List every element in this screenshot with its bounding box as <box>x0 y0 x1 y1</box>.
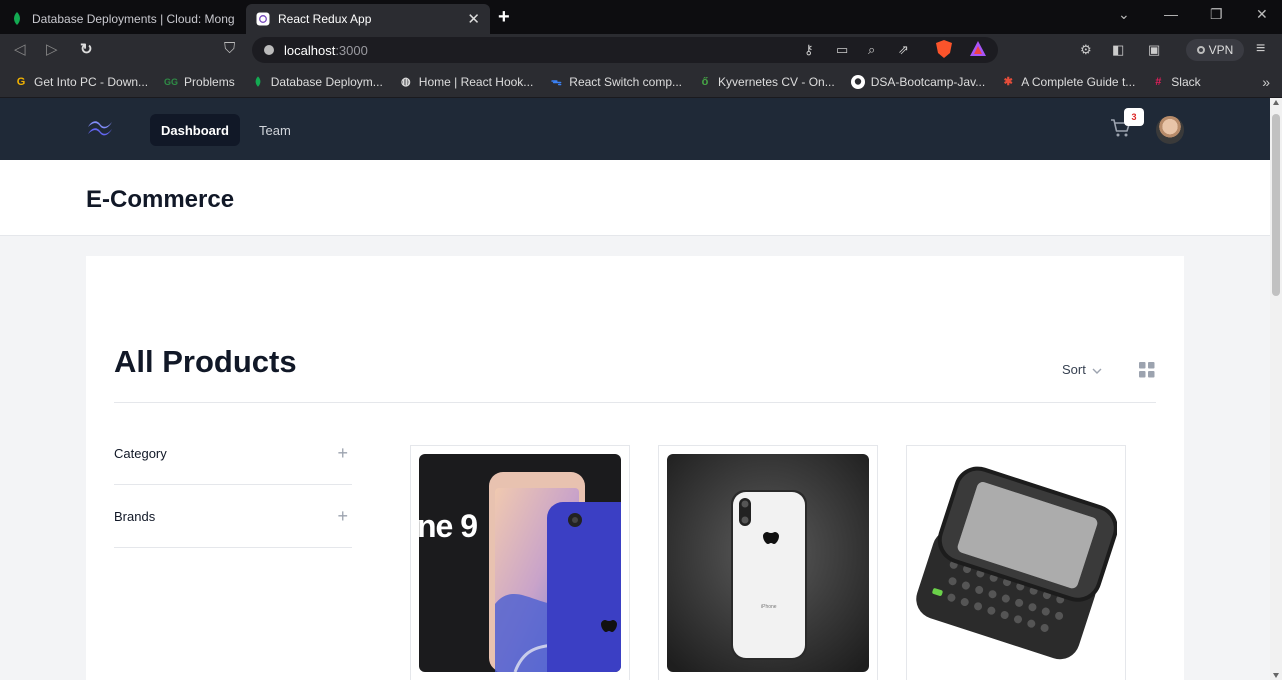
tab-title: React Redux App <box>278 12 372 26</box>
filter-category[interactable]: Category + <box>114 423 352 485</box>
bookmark-label: A Complete Guide t... <box>1021 74 1136 89</box>
back-icon[interactable]: ◁ <box>14 40 26 58</box>
new-tab-button[interactable]: + <box>498 6 510 29</box>
gfg-icon: GG <box>164 76 179 87</box>
bird-icon: ᯓ <box>550 76 562 88</box>
browser-tab-mongodb[interactable]: Database Deployments | Cloud: MongoDB <box>0 4 244 34</box>
product-card[interactable] <box>906 445 1126 680</box>
globe-icon: ◍ <box>400 76 411 88</box>
sort-dropdown[interactable]: Sort <box>1062 362 1102 377</box>
vpn-button[interactable]: VPN <box>1186 39 1244 61</box>
page-scrollbar[interactable] <box>1270 98 1282 680</box>
bookmark-item[interactable]: ◍ Home | React Hook... <box>399 74 534 89</box>
plus-icon[interactable]: + <box>337 443 348 464</box>
scrollbar-thumb[interactable] <box>1272 114 1280 296</box>
leaf-icon <box>251 75 265 89</box>
tab-title: Database Deployments | Cloud: MongoDB <box>32 12 234 26</box>
bookmarks-bar: G Get Into PC - Down... GG Problems Data… <box>0 66 1282 98</box>
scroll-down-icon[interactable] <box>1273 673 1279 678</box>
star-icon: ✱ <box>1003 76 1013 88</box>
github-icon <box>850 74 865 89</box>
vpn-label: VPN <box>1208 43 1234 57</box>
bookmark-item[interactable]: GG Problems <box>164 75 235 89</box>
bookmark-label: Database Deploym... <box>270 74 383 89</box>
browser-toolbar: ◁ ▷ ↻ ⛉ localhost:3000 ⚷ ▭ ⌕ ⇗ ⚙ ◧ ▣ VPN… <box>0 34 1282 66</box>
product-image[interactable] <box>915 454 1117 672</box>
site-info-icon[interactable] <box>264 45 274 55</box>
browser-tab-react-redux[interactable]: React Redux App ✕ <box>246 4 490 34</box>
share-icon[interactable]: ⇗ <box>898 42 909 58</box>
url-port: :3000 <box>335 42 368 58</box>
tab-search-icon[interactable]: ⌄ <box>1118 6 1130 23</box>
sort-label: Sort <box>1062 362 1086 377</box>
tailwind-logo-icon[interactable] <box>86 119 114 142</box>
chevron-down-icon <box>1092 362 1102 377</box>
product-image[interactable]: iPhone <box>667 454 869 672</box>
slack-icon: # <box>1155 75 1162 88</box>
product-card[interactable]: ne 9 <box>410 445 630 680</box>
nav-team[interactable]: Team <box>248 114 302 146</box>
products-heading: All Products <box>114 344 297 379</box>
close-window-icon[interactable]: ✕ <box>1256 6 1268 23</box>
bookmark-icon[interactable]: ⛉ <box>224 40 235 57</box>
restore-icon[interactable]: ❐ <box>1210 6 1223 23</box>
browser-tab-bar: Database Deployments | Cloud: MongoDB Re… <box>0 0 1282 34</box>
bookmark-label: Kyvernetes CV - On... <box>718 74 835 89</box>
filter-label: Brands <box>114 509 156 524</box>
product-image-text: ne 9 <box>419 508 478 544</box>
nav-dashboard[interactable]: Dashboard <box>150 114 240 146</box>
divider <box>114 402 1156 403</box>
overleaf-icon: ő <box>701 75 709 88</box>
brave-shield-icon[interactable] <box>936 40 952 61</box>
filter-label: Category <box>114 446 167 461</box>
address-bar[interactable]: localhost:3000 <box>252 37 998 63</box>
product-image-text: iPhone <box>761 604 777 610</box>
bookmark-label: Problems <box>184 74 235 89</box>
bookmark-label: DSA-Bootcamp-Jav... <box>870 74 986 89</box>
app-navbar: Dashboard Team 3 <box>0 98 1270 160</box>
bookmark-item[interactable]: G Get Into PC - Down... <box>14 75 148 89</box>
brave-rewards-icon[interactable] <box>970 41 986 59</box>
bookmark-item[interactable]: ✱ A Complete Guide t... <box>1001 74 1136 89</box>
filter-brands[interactable]: Brands + <box>114 486 352 548</box>
minimize-icon[interactable]: — <box>1164 6 1178 22</box>
wallet-icon[interactable]: ▣ <box>1148 42 1160 58</box>
user-avatar[interactable] <box>1156 116 1184 144</box>
bookmark-item[interactable]: # Slack <box>1151 75 1200 89</box>
leaf-icon <box>10 12 24 26</box>
reload-icon[interactable]: ↻ <box>80 40 93 58</box>
redux-icon <box>256 12 270 26</box>
bookmark-item[interactable]: DSA-Bootcamp-Jav... <box>850 74 986 89</box>
bookmark-label: Slack <box>1171 74 1201 89</box>
g-icon: G <box>16 75 26 88</box>
menu-icon[interactable]: ≡ <box>1256 40 1265 58</box>
plus-icon[interactable]: + <box>337 506 348 527</box>
zoom-icon[interactable]: ⌕ <box>868 42 875 58</box>
product-card[interactable]: iPhone <box>658 445 878 680</box>
bookmark-item[interactable]: Database Deploym... <box>251 75 383 89</box>
key-icon[interactable]: ⚷ <box>804 42 814 58</box>
close-tab-icon[interactable]: ✕ <box>467 10 480 28</box>
page-title: E-Commerce <box>86 186 235 213</box>
forward-icon[interactable]: ▷ <box>46 40 58 58</box>
page-header: E-Commerce <box>0 160 1270 236</box>
bookmark-label: Home | React Hook... <box>418 74 534 89</box>
cast-icon[interactable]: ▭ <box>836 42 848 58</box>
extensions-icon[interactable]: ⚙ <box>1080 42 1092 58</box>
products-section: All Products Sort Category + Brands + ne… <box>86 256 1184 680</box>
sidebar-icon[interactable]: ◧ <box>1112 42 1124 58</box>
cart-count-badge: 3 <box>1124 108 1144 126</box>
bookmark-label: Get Into PC - Down... <box>34 74 149 89</box>
url-host: localhost <box>284 42 336 58</box>
bookmark-label: React Switch comp... <box>569 74 683 89</box>
vpn-icon <box>1196 46 1205 54</box>
scroll-up-icon[interactable] <box>1273 100 1279 105</box>
grid-view-icon[interactable] <box>1139 362 1155 383</box>
more-bookmarks-icon[interactable]: » <box>1262 74 1270 90</box>
product-image[interactable]: ne 9 <box>419 454 621 672</box>
bookmark-item[interactable]: ő Kyvernetes CV - On... <box>698 75 835 89</box>
bookmark-item[interactable]: ᯓ React Switch comp... <box>549 75 682 89</box>
